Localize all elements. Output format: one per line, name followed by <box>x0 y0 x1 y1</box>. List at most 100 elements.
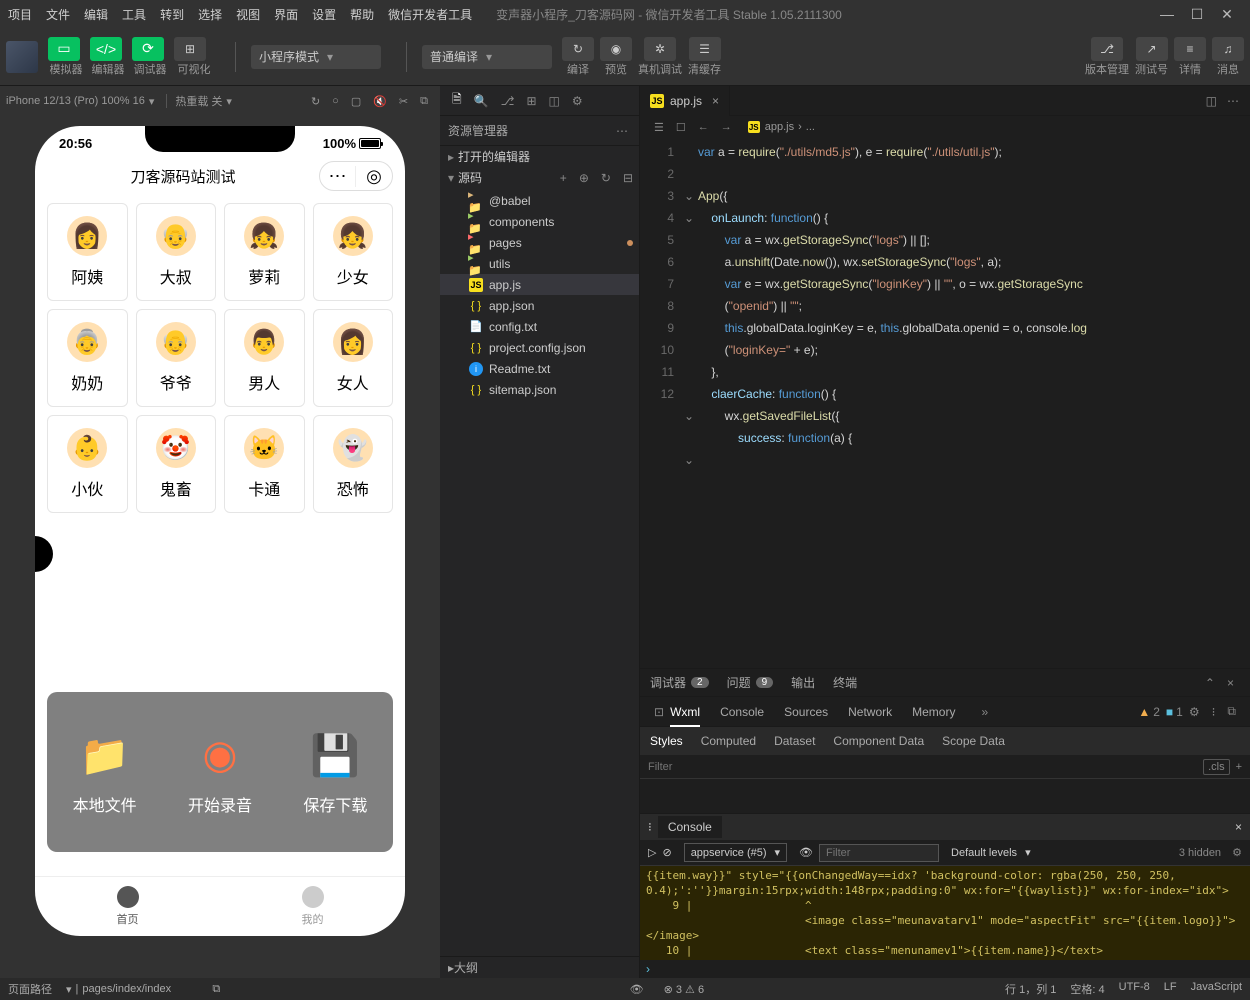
list-icon[interactable]: ☰ <box>654 121 664 134</box>
new-folder-icon[interactable]: ⊕ <box>579 171 589 185</box>
back-nav-icon[interactable]: ← <box>698 121 709 133</box>
scope-data-tab[interactable]: Scope Data <box>942 734 1005 748</box>
voice-item-4[interactable]: 👵奶奶 <box>47 309 128 407</box>
more-icon[interactable]: ⋯ <box>616 124 628 138</box>
voice-item-8[interactable]: 👶小伙 <box>47 415 128 513</box>
search-icon[interactable]: 🔍 <box>474 94 489 108</box>
banner-item-2[interactable]: 💾保存下载 <box>303 728 367 816</box>
console-settings-icon[interactable]: ⚙ <box>1232 847 1242 859</box>
voice-item-6[interactable]: 👨男人 <box>224 309 305 407</box>
console-output[interactable]: {{item.way}}" style="{{onChangedWay==idx… <box>640 866 1250 960</box>
console-menu-icon[interactable]: ⁝ <box>648 820 652 834</box>
device-select[interactable]: iPhone 12/13 (Pro) 100% 16 <box>6 95 145 107</box>
encoding[interactable]: UTF-8 <box>1119 981 1150 997</box>
split-editor-icon[interactable]: ◫ <box>1206 94 1217 108</box>
real-device-button[interactable]: ✲ <box>644 37 676 61</box>
voice-item-3[interactable]: 👧少女 <box>313 203 394 301</box>
project-avatar[interactable] <box>6 41 38 73</box>
devtools-tab-network[interactable]: Network <box>848 705 892 719</box>
menu-view[interactable]: 视图 <box>236 6 260 23</box>
simulator-toggle[interactable]: ▭ <box>48 37 80 61</box>
close-button[interactable]: ✕ <box>1212 6 1242 23</box>
messages-button[interactable]: ♫ <box>1212 37 1244 61</box>
capsule-close-icon[interactable]: ◎ <box>356 166 392 187</box>
home-icon[interactable]: ○ <box>332 95 339 107</box>
editor-tab-app-js[interactable]: JS app.js × <box>640 86 730 116</box>
page-path-input[interactable] <box>82 983 212 995</box>
chevron-up-icon[interactable]: ⌃ <box>1205 676 1215 690</box>
console-play-icon[interactable]: ▷ <box>648 846 656 859</box>
menu-wechat-devtools[interactable]: 微信开发者工具 <box>388 6 472 23</box>
voice-item-10[interactable]: 🐱卡通 <box>224 415 305 513</box>
test-icon[interactable]: ◫ <box>549 94 560 108</box>
preview-button[interactable]: ◉ <box>600 37 632 61</box>
mute-icon[interactable]: 🔇 <box>373 95 387 108</box>
extensions-icon[interactable]: ⊞ <box>526 94 536 108</box>
panel-close-icon[interactable]: × <box>1227 676 1234 690</box>
hotreload-toggle[interactable]: 热重载 关 <box>175 93 222 109</box>
new-file-icon[interactable]: + <box>560 171 567 185</box>
minimize-button[interactable]: — <box>1152 6 1182 22</box>
tab-debugger[interactable]: 调试器2 <box>650 674 709 691</box>
compile-dropdown[interactable]: 普通编译 <box>422 45 552 69</box>
tab-problems[interactable]: 问题9 <box>727 674 774 691</box>
visualizer-toggle[interactable]: ⊞ <box>174 37 206 61</box>
refresh-icon[interactable]: ↻ <box>311 95 320 108</box>
forward-nav-icon[interactable]: → <box>721 121 732 133</box>
code-editor[interactable]: 123456789101112 ⌄⌄ ⌄ ⌄ var a = require("… <box>640 138 1250 668</box>
tabbar-item-0[interactable]: 首页 <box>35 877 220 936</box>
voice-item-5[interactable]: 👴爷爷 <box>136 309 217 407</box>
more-editor-icon[interactable]: ⋯ <box>1227 94 1239 108</box>
devtools-tab-console[interactable]: Console <box>720 705 764 719</box>
computed-tab[interactable]: Computed <box>701 734 756 748</box>
console-filter-input[interactable] <box>819 844 939 862</box>
branch-icon[interactable]: ⎇ <box>501 94 515 108</box>
voice-item-9[interactable]: 🤡鬼畜 <box>136 415 217 513</box>
maximize-button[interactable]: ☐ <box>1182 6 1212 23</box>
tree-item[interactable]: { }sitemap.json <box>440 379 639 400</box>
dataset-tab[interactable]: Dataset <box>774 734 815 748</box>
refresh-tree-icon[interactable]: ↻ <box>601 171 611 185</box>
console-clear-icon[interactable]: ⊘ <box>662 846 671 859</box>
tree-item[interactable]: { }project.config.json <box>440 337 639 358</box>
menu-project[interactable]: 项目 <box>8 6 32 23</box>
eye-icon[interactable]: 👁 <box>799 846 813 859</box>
devtools-tab-memory[interactable]: Memory <box>912 705 955 719</box>
clear-cache-button[interactable]: ☰ <box>689 37 721 61</box>
version-control-button[interactable]: ⎇ <box>1091 37 1123 61</box>
menu-select[interactable]: 选择 <box>198 6 222 23</box>
voice-item-7[interactable]: 👩女人 <box>313 309 394 407</box>
settings-icon[interactable]: ⚙ <box>1189 705 1200 719</box>
test-account-button[interactable]: ↗ <box>1136 37 1168 61</box>
kebab-icon[interactable]: ⁝ <box>1212 705 1216 719</box>
add-style-icon[interactable]: + <box>1236 761 1242 773</box>
menu-edit[interactable]: 编辑 <box>84 6 108 23</box>
tree-item[interactable]: ▸ 📁utils <box>440 253 639 274</box>
eol[interactable]: LF <box>1164 981 1177 997</box>
tree-item[interactable]: { }app.json <box>440 295 639 316</box>
menu-help[interactable]: 帮助 <box>350 6 374 23</box>
eye-status-icon[interactable]: 👁 <box>630 983 644 996</box>
back-icon[interactable]: ▢ <box>351 95 361 108</box>
tree-item[interactable]: 📄config.txt <box>440 316 639 337</box>
context-select[interactable]: appservice (#5) <box>684 843 787 862</box>
menu-file[interactable]: 文件 <box>46 6 70 23</box>
cut-icon[interactable]: ✂ <box>399 95 408 108</box>
console-tab[interactable]: Console <box>658 816 722 838</box>
breadcrumb-more[interactable]: ... <box>806 121 815 133</box>
voice-item-11[interactable]: 👻恐怖 <box>313 415 394 513</box>
robot-icon[interactable]: ⚙ <box>572 94 583 108</box>
voice-item-2[interactable]: 👧萝莉 <box>224 203 305 301</box>
component-data-tab[interactable]: Component Data <box>833 734 924 748</box>
outline-section[interactable]: ▸大纲 <box>440 956 639 978</box>
log-levels-select[interactable]: Default levels <box>945 844 1037 861</box>
tree-item[interactable]: iReadme.txt <box>440 358 639 379</box>
indent-setting[interactable]: 空格: 4 <box>1070 981 1104 997</box>
capsule-menu[interactable]: ⋯◎ <box>319 161 393 191</box>
cls-button[interactable]: .cls <box>1203 759 1230 775</box>
compile-button[interactable]: ↻ <box>562 37 594 61</box>
styles-tab[interactable]: Styles <box>650 734 683 748</box>
source-root[interactable]: ▾源码+⊕↻⊟ <box>440 167 639 188</box>
devtools-tab-sources[interactable]: Sources <box>784 705 828 719</box>
copy-icon[interactable]: ⧉ <box>212 983 220 996</box>
